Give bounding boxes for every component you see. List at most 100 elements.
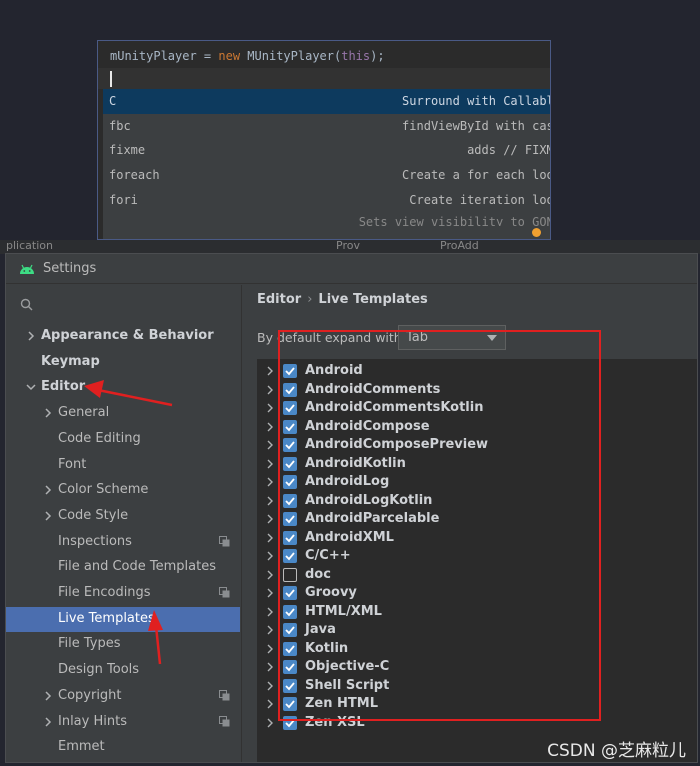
chevron-right-icon[interactable] (265, 718, 275, 728)
chevron-down-icon[interactable] (25, 381, 37, 393)
status-dot-icon (532, 228, 541, 237)
chevron-right-icon[interactable] (265, 681, 275, 691)
code-line[interactable]: mUnityPlayer = new MUnityPlayer(this); (98, 41, 550, 68)
sidebar-item-color-scheme[interactable]: Color Scheme (6, 478, 240, 503)
chevron-right-icon[interactable] (25, 330, 37, 342)
completion-popup[interactable]: C Surround with Callable fbc findViewById w… (103, 89, 551, 239)
sidebar-item-label: Color Scheme (58, 482, 149, 498)
sidebar-item-label: Live Templates (58, 610, 155, 626)
sidebar-item-label: File Types (58, 636, 121, 652)
chevron-right-icon[interactable] (265, 533, 275, 543)
completion-description: findViewById with cast (402, 118, 551, 133)
sidebar-item-label: Appearance & Behavior (41, 328, 214, 343)
sidebar-item-label: Design Tools (58, 662, 140, 678)
sidebar-item-label: File and Code Templates (58, 559, 216, 575)
completion-item[interactable]: fbc findViewById with cast (103, 114, 551, 139)
sidebar-item-live-templates[interactable]: Live Templates (6, 606, 240, 632)
code-editor[interactable]: mUnityPlayer = new MUnityPlayer(this); C… (97, 40, 551, 240)
chevron-right-icon[interactable] (265, 644, 275, 654)
sidebar-item-label: Font (58, 456, 87, 472)
code-operator: = (196, 49, 219, 63)
search-icon (20, 298, 33, 311)
settings-sidebar: Appearance & Behavior Keymap Editor General… (6, 285, 242, 762)
chevron-right-icon[interactable] (265, 699, 275, 709)
sidebar-item-keymap[interactable]: Keymap (6, 350, 240, 375)
chevron-right-icon[interactable] (265, 570, 275, 580)
project-scope-icon (219, 587, 230, 598)
chevron-right-icon[interactable] (265, 514, 275, 524)
code-end: ); (370, 49, 385, 63)
completion-abbreviation: foreach (109, 168, 160, 183)
sidebar-item-code-style[interactable]: Code Style (6, 504, 240, 529)
chevron-right-icon[interactable] (265, 588, 275, 598)
sidebar-item-label: Code Editing (58, 430, 141, 446)
code-class: MUnityPlayer( (240, 49, 342, 63)
sidebar-item-label: File Encodings (58, 585, 151, 600)
sidebar-item-file-encodings[interactable]: File Encodings (6, 581, 240, 606)
sidebar-item-file-types[interactable]: File Types (6, 632, 240, 657)
sidebar-item-label: Keymap (41, 353, 100, 369)
sidebar-item-editor[interactable]: Editor (6, 375, 240, 400)
sidebar-item-label: Editor (41, 379, 86, 395)
sidebar-item-inlay-hints[interactable]: Inlay Hints (6, 710, 240, 735)
background-window-strip: plication Prov ProAdd (0, 240, 700, 254)
text-caret (110, 71, 112, 87)
chevron-right-icon[interactable] (42, 510, 54, 522)
completion-item[interactable]: C Surround with Callable (103, 89, 551, 114)
completion-description: Create iteration loop (409, 192, 551, 207)
sidebar-item-general[interactable]: General (6, 401, 240, 426)
chevron-right-icon[interactable] (265, 385, 275, 395)
chevron-right-icon[interactable] (265, 662, 275, 672)
completion-item[interactable]: fori Create iteration loop (103, 188, 551, 213)
sidebar-item-copyright[interactable]: Copyright (6, 684, 240, 709)
background-text: plication (6, 240, 53, 252)
chevron-right-icon[interactable] (265, 440, 275, 450)
chevron-right-icon[interactable] (265, 477, 275, 487)
sidebar-item-file-and-code-templates[interactable]: File and Code Templates (6, 555, 240, 580)
sidebar-item-label: Inlay Hints (58, 713, 127, 729)
chevron-right-icon[interactable] (265, 422, 275, 432)
chevron-right-icon[interactable] (265, 496, 275, 506)
completion-item-partial[interactable]: Sets view visibility to GONE (103, 212, 551, 227)
breadcrumb-separator: › (307, 292, 313, 307)
settings-search-input[interactable] (14, 291, 236, 317)
chevron-right-icon[interactable] (265, 625, 275, 635)
chevron-right-icon[interactable] (265, 607, 275, 617)
chevron-right-icon[interactable] (265, 551, 275, 561)
current-line-highlight (98, 68, 550, 89)
project-scope-icon (219, 715, 230, 726)
sidebar-item-appearance-behavior[interactable]: Appearance & Behavior (6, 324, 240, 349)
sidebar-item-design-tools[interactable]: Design Tools (6, 658, 240, 683)
completion-item[interactable]: foreach Create a for each loop (103, 163, 550, 188)
chevron-right-icon[interactable] (42, 690, 54, 702)
breadcrumb: Editor › Live Templates (257, 292, 428, 307)
sidebar-item-inspections[interactable]: Inspections (6, 530, 240, 555)
chevron-right-icon[interactable] (265, 403, 275, 413)
sidebar-item-code-editing[interactable]: Code Editing (6, 427, 240, 452)
sidebar-item-label: General (58, 405, 110, 421)
dialog-title: Settings (43, 261, 97, 276)
completion-description: adds // FIXME (467, 143, 550, 158)
chevron-right-icon[interactable] (42, 716, 54, 728)
project-scope-icon (219, 689, 230, 701)
sidebar-item-label: Emmet (58, 739, 105, 755)
breadcrumb-editor[interactable]: Editor (257, 292, 301, 307)
background-text: Prov (336, 240, 360, 252)
completion-item[interactable]: fixme adds // FIXME (103, 138, 550, 163)
sidebar-item-label: Inspections (58, 533, 132, 549)
chevron-right-icon[interactable] (265, 366, 275, 376)
code-variable: mUnityPlayer (110, 49, 197, 63)
chevron-right-icon[interactable] (42, 484, 54, 496)
sidebar-item-emmet[interactable]: Emmet (6, 735, 240, 760)
code-keyword: new (218, 49, 241, 63)
completion-description: Sets view visibility to GONE (358, 215, 551, 227)
completion-description: Surround with Callable (402, 94, 551, 108)
project-scope-icon (219, 535, 230, 547)
chevron-right-icon[interactable] (42, 407, 54, 419)
dialog-titlebar[interactable]: Settings (6, 254, 697, 284)
watermark: CSDN @芝麻粒儿 (547, 741, 686, 761)
chevron-right-icon[interactable] (265, 459, 275, 469)
sidebar-item-font[interactable]: Font (6, 453, 240, 478)
completion-abbreviation: fori (109, 192, 138, 207)
breadcrumb-live-templates: Live Templates (318, 292, 428, 307)
